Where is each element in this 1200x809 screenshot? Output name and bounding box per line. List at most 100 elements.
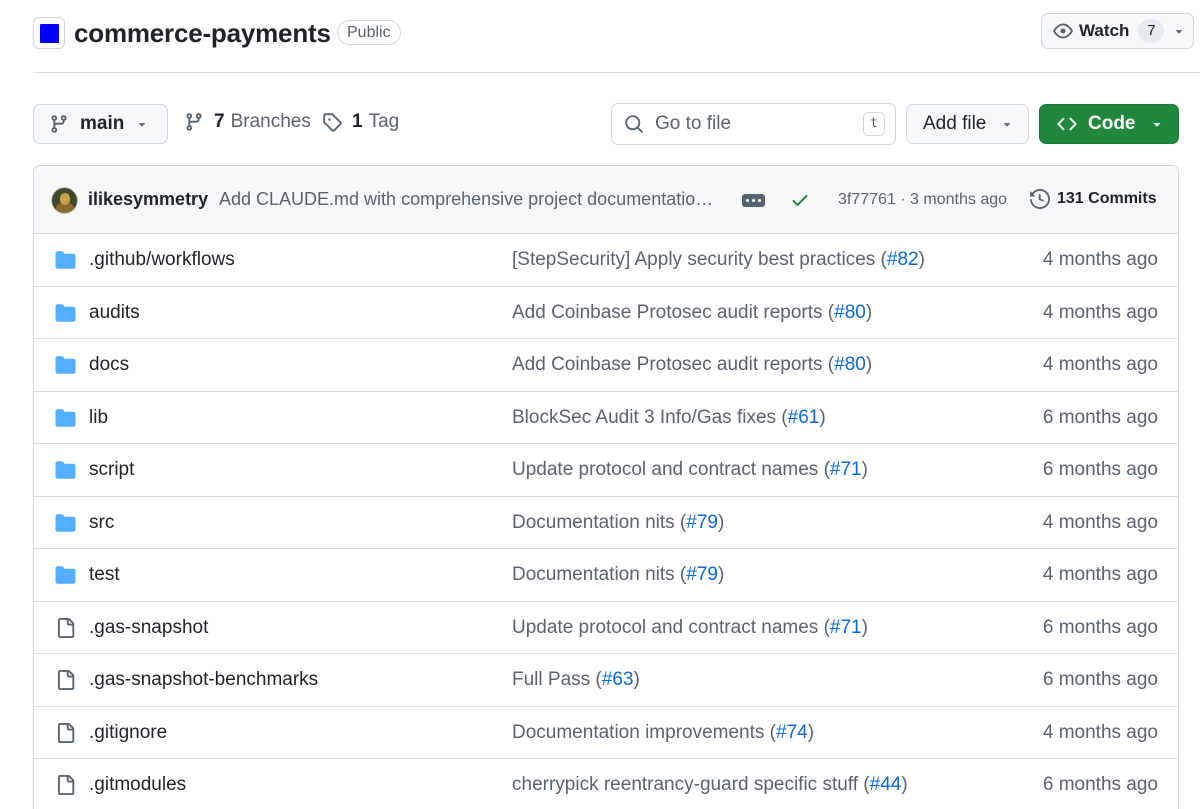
file-commit-message[interactable]: Add Coinbase Protosec audit reports (#80… bbox=[512, 302, 872, 324]
file-commit-message[interactable]: Documentation improvements (#74) bbox=[512, 722, 814, 744]
repo-title[interactable]: commerce-payments bbox=[74, 16, 331, 50]
pull-request-link[interactable]: #74 bbox=[776, 722, 808, 743]
file-icon bbox=[55, 722, 76, 743]
tags-label: Tag bbox=[368, 111, 400, 132]
pull-request-link[interactable]: #71 bbox=[830, 617, 862, 638]
pull-request-link[interactable]: #80 bbox=[834, 354, 866, 375]
keyboard-shortcut-hint: t bbox=[863, 112, 885, 136]
file-name-link[interactable]: script bbox=[89, 459, 134, 481]
file-row[interactable]: .gitignore Documentation improvements (#7… bbox=[34, 707, 1178, 759]
folder-icon bbox=[55, 513, 76, 533]
watch-count: 7 bbox=[1138, 19, 1165, 43]
file-row[interactable]: docs Add Coinbase Protosec audit reports … bbox=[34, 339, 1178, 392]
branches-label: Branches bbox=[230, 111, 311, 132]
file-icon bbox=[55, 617, 76, 638]
folder-icon bbox=[55, 355, 76, 375]
pull-request-link[interactable]: #79 bbox=[686, 564, 718, 585]
commit-message-end: ) bbox=[901, 774, 908, 795]
file-name-link[interactable]: src bbox=[89, 512, 114, 534]
search-placeholder: Go to file bbox=[655, 113, 732, 134]
commit-message-text: [StepSecurity] Apply security best pract… bbox=[512, 249, 887, 270]
commit-message-text: Add Coinbase Protosec audit reports ( bbox=[512, 301, 835, 323]
file-browser: ilikesymmetry Add CLAUDE.md with compreh… bbox=[33, 165, 1179, 809]
commit-message-end: ) bbox=[861, 459, 868, 480]
repo-logo-square bbox=[40, 24, 59, 43]
file-commit-message[interactable]: Documentation nits (#79) bbox=[512, 564, 724, 586]
commit-message-text: Full Pass ( bbox=[512, 669, 602, 690]
folder-icon bbox=[55, 408, 76, 428]
git-branch-icon bbox=[51, 115, 67, 133]
commit-message-text: Update protocol and contract names ( bbox=[512, 616, 830, 638]
file-name-link[interactable]: docs bbox=[89, 354, 129, 376]
file-row[interactable]: .github/workflows [StepSecurity] Apply se… bbox=[34, 234, 1178, 287]
file-name-link[interactable]: .gas-snapshot-benchmarks bbox=[89, 669, 318, 691]
commit-message-text: Documentation nits ( bbox=[512, 511, 687, 533]
pull-request-link[interactable]: #80 bbox=[834, 302, 866, 323]
commit-sha-time[interactable]: 3f77761 · 3 months ago bbox=[838, 191, 1007, 209]
latest-commit-bar: ilikesymmetry Add CLAUDE.md with compreh… bbox=[34, 166, 1178, 234]
file-commit-message[interactable]: Full Pass (#63) bbox=[512, 669, 640, 691]
chevron-down-icon bbox=[138, 123, 146, 127]
file-row[interactable]: .gitmodules cherrypick reentrancy-guard s… bbox=[34, 759, 1178, 809]
file-row[interactable]: lib BlockSec Audit 3 Info/Gas fixes (#61)… bbox=[34, 392, 1178, 444]
file-commit-message[interactable]: Documentation nits (#79) bbox=[512, 512, 724, 534]
file-row[interactable]: script Update protocol and contract names… bbox=[34, 444, 1178, 497]
commit-message-end: ) bbox=[918, 249, 925, 270]
commit-author[interactable]: ilikesymmetry bbox=[88, 189, 208, 210]
file-commit-message[interactable]: BlockSec Audit 3 Info/Gas fixes (#61) bbox=[512, 407, 826, 429]
file-commit-message[interactable]: cherrypick reentrancy-guard specific stu… bbox=[512, 774, 908, 796]
pull-request-link[interactable]: #82 bbox=[887, 249, 919, 270]
file-list: .github/workflows [StepSecurity] Apply se… bbox=[34, 234, 1178, 809]
commits-history-link[interactable]: 131 Commits bbox=[1030, 189, 1157, 209]
file-name-link[interactable]: audits bbox=[89, 302, 140, 324]
code-button[interactable]: Code bbox=[1039, 104, 1179, 144]
pull-request-link[interactable]: #61 bbox=[788, 407, 820, 428]
file-name-link[interactable]: .gas-snapshot bbox=[89, 617, 208, 639]
file-row[interactable]: .gas-snapshot Update protocol and contrac… bbox=[34, 602, 1178, 654]
code-icon bbox=[1057, 117, 1077, 131]
file-name-link[interactable]: .github/workflows bbox=[89, 249, 235, 271]
commit-message-text: Documentation improvements ( bbox=[512, 721, 776, 743]
file-last-modified: 4 months ago bbox=[1042, 721, 1158, 743]
file-name-link[interactable]: lib bbox=[89, 407, 108, 429]
file-row[interactable]: src Documentation nits (#79) 4 months ago bbox=[34, 497, 1178, 549]
file-icon bbox=[55, 670, 76, 690]
commit-message-text: Documentation nits ( bbox=[512, 564, 687, 585]
file-row[interactable]: .gas-snapshot-benchmarks Full Pass (#63) 6… bbox=[34, 654, 1178, 707]
pull-request-link[interactable]: #71 bbox=[830, 459, 862, 480]
folder-icon bbox=[55, 460, 76, 480]
pull-request-link[interactable]: #44 bbox=[870, 774, 902, 795]
file-commit-message[interactable]: Add Coinbase Protosec audit reports (#80… bbox=[512, 354, 872, 376]
chevron-down-icon bbox=[1176, 30, 1183, 34]
eye-icon bbox=[1053, 23, 1073, 39]
code-label: Code bbox=[1088, 113, 1136, 134]
file-name-link[interactable]: test bbox=[89, 564, 120, 586]
folder-icon bbox=[55, 303, 76, 323]
check-icon[interactable] bbox=[790, 190, 810, 210]
commit-message[interactable]: Add CLAUDE.md with comprehensive project… bbox=[219, 189, 727, 210]
file-name-link[interactable]: .gitmodules bbox=[89, 774, 186, 796]
branch-selector[interactable]: main bbox=[33, 104, 168, 144]
file-commit-message[interactable]: Update protocol and contract names (#71) bbox=[512, 617, 868, 639]
tags-link[interactable]: 1 Tag bbox=[322, 111, 399, 133]
file-row[interactable]: audits Add Coinbase Protosec audit report… bbox=[34, 287, 1178, 339]
watch-button[interactable]: Watch 7 bbox=[1041, 13, 1194, 49]
branches-link[interactable]: 7 Branches bbox=[184, 111, 311, 133]
add-file-button[interactable]: Add file bbox=[906, 104, 1029, 144]
commit-message-end: ) bbox=[633, 669, 640, 690]
file-last-modified: 4 months ago bbox=[1042, 511, 1158, 533]
file-commit-message[interactable]: Update protocol and contract names (#71) bbox=[512, 459, 868, 481]
expand-commit-message-button[interactable] bbox=[742, 194, 765, 207]
avatar[interactable] bbox=[51, 187, 78, 214]
commit-message-end: ) bbox=[807, 721, 815, 743]
commit-message-end: ) bbox=[861, 616, 868, 638]
folder-icon bbox=[55, 565, 76, 585]
header-divider bbox=[33, 72, 1200, 73]
file-commit-message[interactable]: [StepSecurity] Apply security best pract… bbox=[512, 249, 925, 271]
pull-request-link[interactable]: #63 bbox=[602, 669, 634, 690]
file-name-link[interactable]: .gitignore bbox=[89, 722, 167, 744]
pull-request-link[interactable]: #79 bbox=[686, 512, 718, 533]
go-to-file-input[interactable]: Go to file t bbox=[611, 103, 896, 145]
tag-icon bbox=[323, 113, 342, 132]
file-row[interactable]: test Documentation nits (#79) 4 months ago bbox=[34, 549, 1178, 602]
